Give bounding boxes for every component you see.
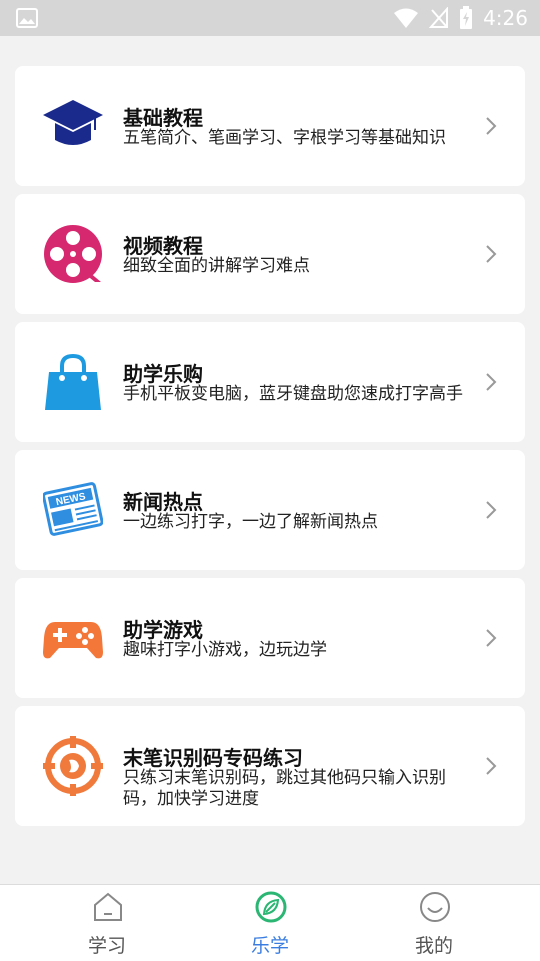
card-title: 助学乐购 (123, 362, 203, 386)
home-icon (94, 892, 122, 921)
card-description: 只练习末笔识别码，跳过其他码只输入识别码，加快学习进度 (123, 768, 446, 809)
shopping-bag-icon (45, 353, 101, 410)
chevron-right-icon (486, 245, 497, 263)
card-description: 趣味打字小游戏，边玩边学 (123, 640, 327, 660)
card-description: 细致全面的讲解学习难点 (123, 256, 310, 276)
wifi-icon (394, 8, 419, 28)
no-signal-icon (429, 7, 449, 28)
bottom-navigation: 学习 乐学 我的 (0, 884, 540, 961)
compass-leaf-icon (255, 891, 287, 923)
card-description: 一边练习打字，一边了解新闻热点 (123, 512, 378, 532)
card-title: 新闻热点 (123, 490, 203, 514)
card-title: 视频教程 (123, 234, 203, 258)
card-shopping[interactable]: 助学乐购 手机平板变电脑，蓝牙键盘助您速成打字高手 (15, 322, 525, 442)
chevron-right-icon (486, 373, 497, 391)
smiley-icon (420, 892, 450, 922)
chevron-right-icon (486, 117, 497, 135)
feature-list: 基础教程 五笔简介、笔画学习、字根学习等基础知识 视频教程 细致全面的讲解学习难… (15, 66, 525, 834)
nav-label: 我的 (414, 935, 453, 957)
nav-label: 乐学 (250, 935, 289, 957)
nav-tab-study[interactable]: 学习 (47, 885, 167, 961)
status-bar: 4:26 (0, 0, 540, 36)
card-title: 末笔识别码专码练习 (123, 746, 303, 770)
graduation-cap-icon (43, 100, 103, 145)
gamepad-icon (43, 622, 103, 659)
nav-label: 学习 (87, 935, 126, 957)
card-news[interactable]: NEWS 新闻热点 一边练习打字，一边了解新闻热点 (15, 450, 525, 570)
status-time: 4:26 (483, 6, 528, 30)
nav-tab-fun-learn[interactable]: 乐学 (210, 885, 330, 961)
card-description: 五笔简介、笔画学习、字根学习等基础知识 (123, 128, 446, 148)
card-game[interactable]: 助学游戏 趣味打字小游戏，边玩边学 (15, 578, 525, 698)
film-reel-icon (44, 225, 102, 283)
chevron-right-icon (486, 629, 497, 647)
image-notification-icon (16, 8, 38, 28)
card-description: 手机平板变电脑，蓝牙键盘助您速成打字高手 (123, 384, 463, 404)
chevron-right-icon (486, 501, 497, 519)
chevron-right-icon (486, 757, 497, 775)
nav-tab-mine[interactable]: 我的 (374, 885, 494, 961)
card-video-tutorial[interactable]: 视频教程 细致全面的讲解学习难点 (15, 194, 525, 314)
target-icon (43, 736, 103, 796)
card-basic-tutorial[interactable]: 基础教程 五笔简介、笔画学习、字根学习等基础知识 (15, 66, 525, 186)
card-title: 助学游戏 (123, 618, 203, 642)
battery-icon (460, 6, 473, 29)
card-title: 基础教程 (123, 106, 203, 130)
card-final-stroke-practice[interactable]: 末笔识别码专码练习 只练习末笔识别码，跳过其他码只输入识别码，加快学习进度 (15, 706, 525, 826)
newspaper-icon: NEWS (43, 482, 103, 536)
